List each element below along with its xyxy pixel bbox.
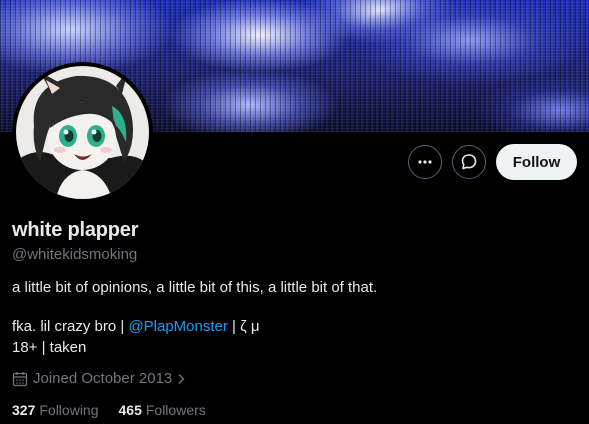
message-button[interactable] [452,145,486,179]
bio-line-2: fka. lil crazy bro | @PlapMonster | ζ μ [12,318,260,335]
user-handle: @whitekidsmoking [12,246,138,263]
followers-count: 465 [118,402,142,418]
more-options-button[interactable] [408,145,442,179]
display-name: white plapper [12,219,139,241]
avatar-image [16,66,149,199]
follow-stats: 327 Following 465 Followers [12,402,226,418]
more-horizontal-icon [418,160,432,164]
joined-date[interactable]: Joined October 2013 [12,370,187,387]
bio-line-3: 18+ | taken [12,339,87,356]
bio-line-1: a little bit of opinions, a little bit o… [12,279,378,296]
following-label: Following [39,402,99,418]
followers-link[interactable]: 465 Followers [119,402,206,418]
calendar-icon [12,371,28,386]
bio-prefix: fka. lil crazy bro | [12,318,129,335]
avatar[interactable] [12,62,153,203]
chevron-right-icon [178,373,185,384]
message-bubble-icon [461,154,477,170]
follow-button[interactable]: Follow [496,144,577,180]
joined-label: Joined October 2013 [33,370,173,387]
following-link[interactable]: 327 Following [12,402,99,418]
following-count: 327 [12,402,36,418]
followers-label: Followers [145,402,206,418]
bio-suffix: | ζ μ [227,318,260,335]
bio-mention-link[interactable]: @PlapMonster [128,318,227,335]
